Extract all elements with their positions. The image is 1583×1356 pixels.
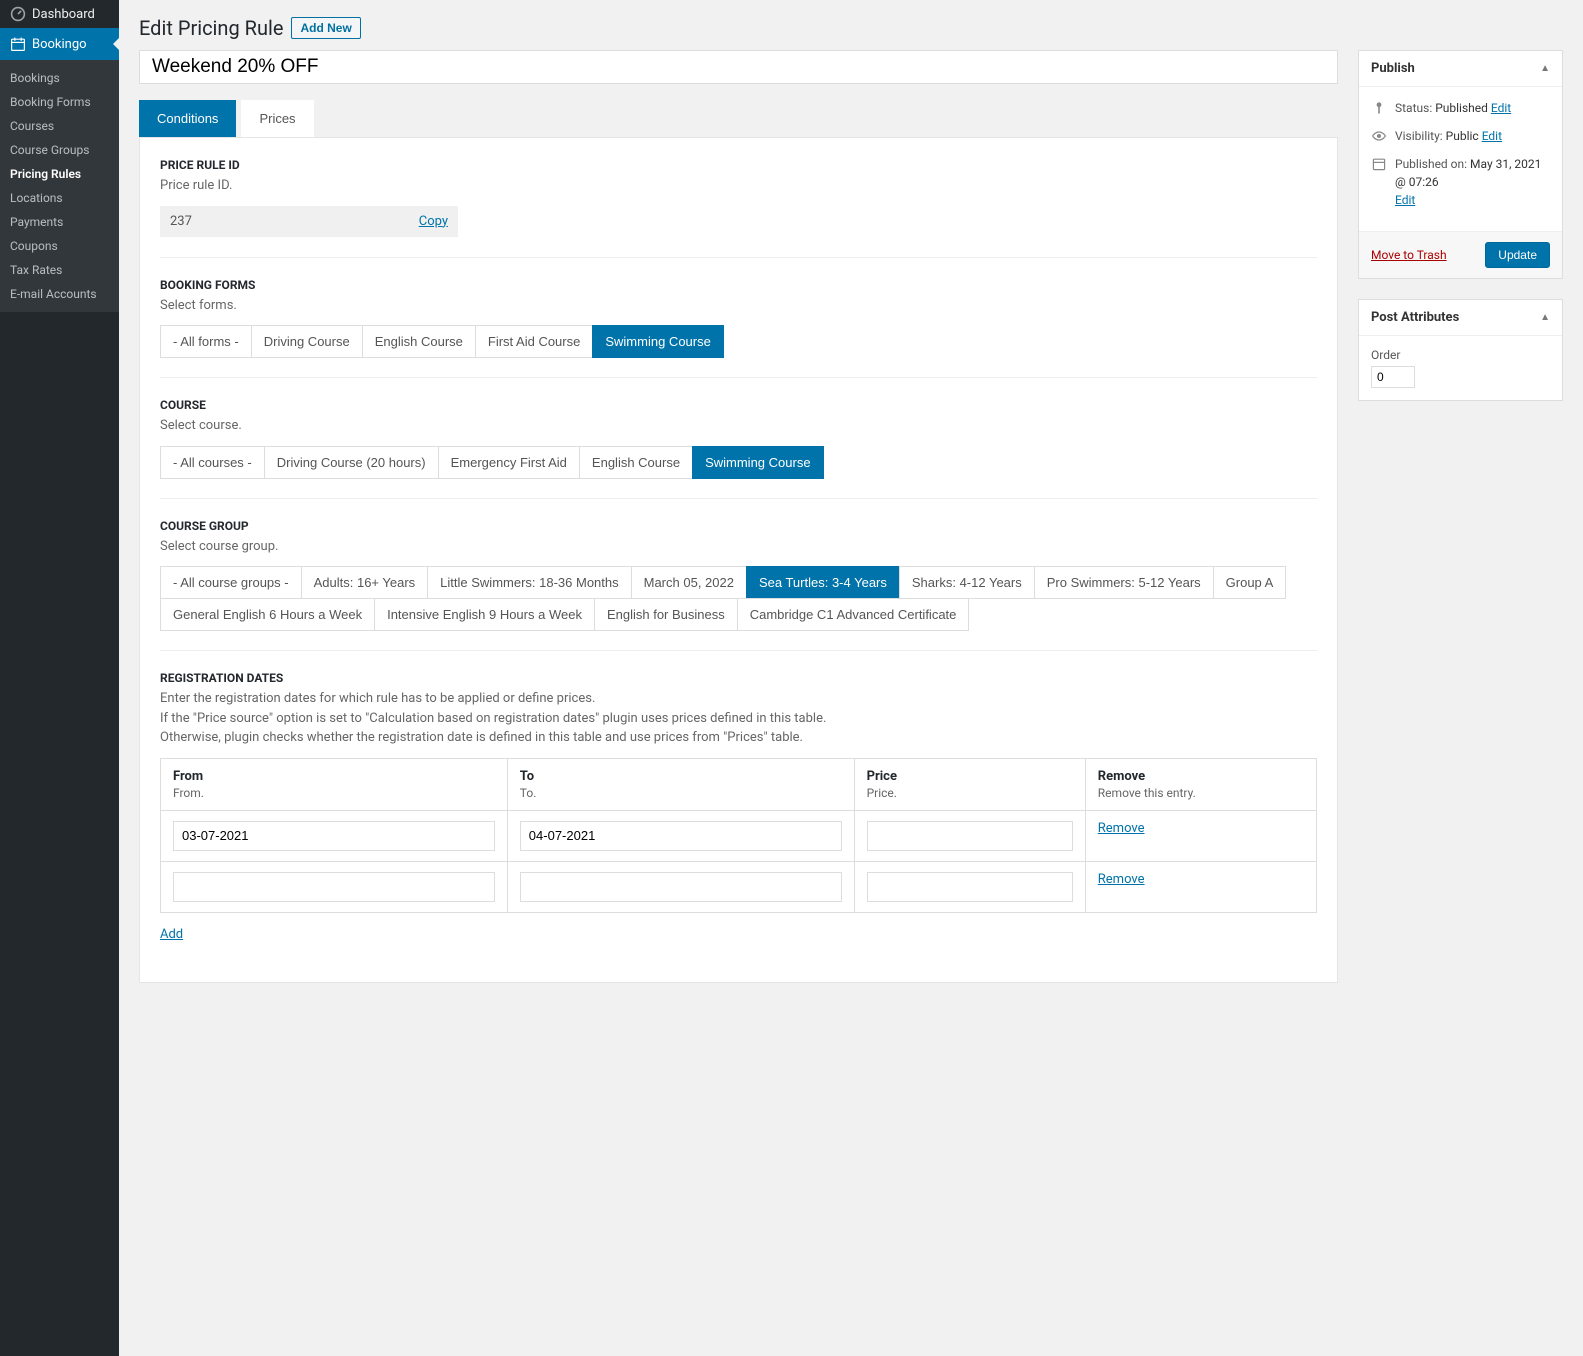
course-group-option[interactable]: March 05, 2022 [631,566,747,599]
dashboard-icon [10,6,26,22]
panel-toggle-icon[interactable]: ▲ [1540,312,1550,323]
course-group-option[interactable]: Group A [1213,566,1287,599]
to-input[interactable] [520,872,842,902]
publish-panel: Publish ▲ Status: Published Edit [1358,50,1563,279]
from-input[interactable] [173,872,495,902]
price-input[interactable] [867,821,1073,851]
tab-prices[interactable]: Prices [241,100,313,137]
booking-forms-title: BOOKING FORMS [160,278,1317,292]
remove-row-link[interactable]: Remove [1098,872,1145,887]
course-option[interactable]: Swimming Course [692,446,823,479]
move-to-trash-link[interactable]: Move to Trash [1371,248,1447,262]
course-group-option[interactable]: Cambridge C1 Advanced Certificate [737,598,970,631]
sidebar-item[interactable]: Payments [0,210,119,234]
registration-dates-desc: Enter the registration dates for which r… [160,689,1317,748]
sidebar-item[interactable]: Pricing Rules [0,162,119,186]
course-group-option[interactable]: Little Swimmers: 18-36 Months [427,566,631,599]
price-rule-id-title: PRICE RULE ID [160,158,1317,172]
booking-form-option[interactable]: Swimming Course [592,325,723,358]
sidebar-item[interactable]: Coupons [0,234,119,258]
course-group-option[interactable]: Intensive English 9 Hours a Week [374,598,595,631]
rule-name-input[interactable] [139,50,1338,84]
sidebar-plugin[interactable]: Bookingo [0,28,119,60]
edit-visibility-link[interactable]: Edit [1482,129,1502,143]
booking-form-option[interactable]: English Course [362,325,476,358]
calendar-icon [10,36,26,52]
calendar-small-icon [1371,156,1387,172]
sidebar-dashboard-label: Dashboard [32,7,95,22]
copy-link[interactable]: Copy [419,214,448,229]
course-group-option[interactable]: General English 6 Hours a Week [160,598,375,631]
remove-row-link[interactable]: Remove [1098,821,1145,836]
tabs: Conditions Prices [139,100,1338,137]
edit-published-link[interactable]: Edit [1395,191,1550,209]
course-option[interactable]: Emergency First Aid [438,446,580,479]
add-row-link[interactable]: Add [160,927,183,942]
course-group-option[interactable]: Pro Swimmers: 5-12 Years [1034,566,1214,599]
edit-status-link[interactable]: Edit [1491,101,1511,115]
course-group-title: COURSE GROUP [160,519,1317,533]
section-registration-dates: REGISTRATION DATES Enter the registratio… [160,650,1317,962]
sidebar-item[interactable]: Locations [0,186,119,210]
course-title: COURSE [160,398,1317,412]
table-row: Remove [161,810,1317,861]
price-rule-id-box: 237 Copy [160,206,458,237]
registration-dates-table: FromFrom. ToTo. PricePrice. RemoveRemove… [160,758,1317,913]
sidebar-submenu: BookingsBooking FormsCoursesCourse Group… [0,60,119,312]
course-option[interactable]: Driving Course (20 hours) [264,446,439,479]
price-rule-id-value: 237 [170,214,192,229]
table-row: Remove [161,861,1317,912]
price-input[interactable] [867,872,1073,902]
post-attributes-panel: Post Attributes ▲ Order [1358,299,1563,401]
booking-form-option[interactable]: First Aid Course [475,325,593,358]
course-desc: Select course. [160,416,1317,436]
order-label: Order [1371,348,1550,362]
sidebar-item[interactable]: Course Groups [0,138,119,162]
booking-form-option[interactable]: Driving Course [251,325,363,358]
order-input[interactable] [1371,366,1415,388]
sidebar-item[interactable]: Tax Rates [0,258,119,282]
sidebar-item[interactable]: Courses [0,114,119,138]
course-group-option[interactable]: Sharks: 4-12 Years [899,566,1035,599]
booking-form-option[interactable]: - All forms - [160,325,252,358]
price-rule-id-desc: Price rule ID. [160,176,1317,196]
eye-icon [1371,128,1387,144]
from-input[interactable] [173,821,495,851]
conditions-card: PRICE RULE ID Price rule ID. 237 Copy BO… [139,137,1338,983]
registration-dates-title: REGISTRATION DATES [160,671,1317,685]
booking-forms-desc: Select forms. [160,296,1317,316]
course-group-option[interactable]: Sea Turtles: 3-4 Years [746,566,900,599]
to-input[interactable] [520,821,842,851]
admin-sidebar: Dashboard Bookingo BookingsBooking Forms… [0,0,119,1356]
section-booking-forms: BOOKING FORMS Select forms. - All forms … [160,257,1317,378]
pin-icon [1371,100,1387,116]
sidebar-item[interactable]: Bookings [0,66,119,90]
update-button[interactable]: Update [1485,242,1550,268]
sidebar-item[interactable]: E-mail Accounts [0,282,119,306]
course-group-option[interactable]: - All course groups - [160,566,302,599]
tab-conditions[interactable]: Conditions [139,100,236,137]
post-attributes-title: Post Attributes [1371,310,1459,325]
publish-panel-title: Publish [1371,61,1415,76]
section-course-group: COURSE GROUP Select course group. - All … [160,498,1317,651]
section-price-rule-id: PRICE RULE ID Price rule ID. 237 Copy [160,158,1317,257]
sidebar-item[interactable]: Booking Forms [0,90,119,114]
course-group-option[interactable]: English for Business [594,598,738,631]
section-course: COURSE Select course. - All courses -Dri… [160,377,1317,498]
sidebar-dashboard[interactable]: Dashboard [0,0,119,28]
add-new-button[interactable]: Add New [291,17,360,39]
course-group-desc: Select course group. [160,537,1317,557]
course-option[interactable]: English Course [579,446,693,479]
page-title: Edit Pricing Rule [139,16,283,40]
course-group-option[interactable]: Adults: 16+ Years [301,566,429,599]
panel-toggle-icon[interactable]: ▲ [1540,63,1550,74]
course-option[interactable]: - All courses - [160,446,265,479]
sidebar-plugin-label: Bookingo [32,37,87,52]
